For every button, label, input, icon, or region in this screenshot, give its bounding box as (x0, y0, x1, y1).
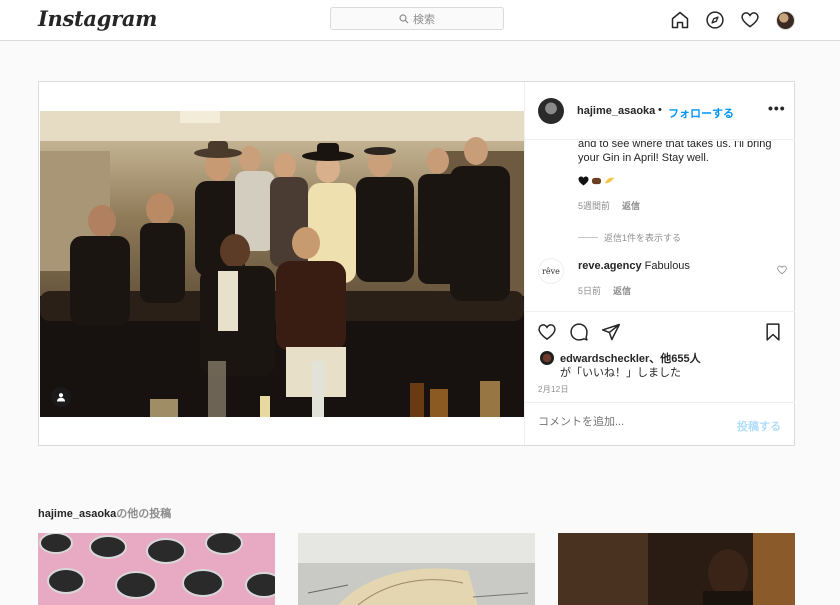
comment-time: 5週間前 (578, 201, 611, 211)
tagged-users-button[interactable] (51, 387, 71, 407)
follow-button[interactable]: フォローする (668, 105, 734, 121)
comments-list[interactable]: and to see where that takes us. I'll bri… (525, 141, 795, 311)
more-posts-suffix: の他の投稿 (116, 508, 172, 520)
search-placeholder: 検索 (413, 13, 435, 26)
reply-button[interactable]: 返信 (613, 286, 631, 296)
home-icon[interactable] (669, 9, 691, 31)
like-comment-heart-icon[interactable] (777, 265, 787, 275)
comment-meta: 5週間前 返信 (578, 199, 640, 212)
comment-input[interactable] (538, 416, 718, 428)
post-header: hajime_asaoka • フォローする ••• (525, 82, 795, 140)
post-photo-area (39, 82, 524, 445)
comment-row: reve.agency Fabulous (578, 259, 778, 273)
user-icon (57, 393, 65, 402)
post-sidebar: hajime_asaoka • フォローする ••• and to see wh… (524, 82, 795, 445)
buttons-photo-illustration (38, 533, 275, 605)
search-icon (399, 13, 409, 23)
comment-text: and to see where that takes us. I'll bri… (578, 141, 772, 164)
comment-username[interactable]: reve.agency (578, 260, 642, 272)
likes-suffix: が「いいね！」しました (560, 367, 681, 379)
post-photo[interactable] (40, 111, 524, 417)
more-posts-username[interactable]: hajime_asaoka (38, 508, 116, 520)
comment-bubble-icon[interactable] (569, 322, 591, 344)
brown-fist-icon (591, 177, 602, 185)
avatar[interactable] (538, 98, 564, 124)
add-comment-section: 投稿する (525, 402, 795, 445)
search-box[interactable]: 検索 (330, 7, 504, 30)
post-username[interactable]: hajime_asaoka (577, 105, 655, 117)
comment-time: 5日前 (578, 286, 602, 296)
post-comment-button[interactable]: 投稿する (737, 418, 781, 434)
reply-button[interactable]: 返信 (622, 201, 640, 211)
view-replies-label: 返信1件を表示する (604, 233, 682, 243)
view-replies-button[interactable]: 返信1件を表示する (578, 231, 681, 244)
divider (578, 237, 598, 238)
avatar[interactable] (540, 351, 554, 365)
save-bookmark-icon[interactable] (763, 322, 785, 344)
activity-heart-icon[interactable] (739, 9, 761, 31)
post-card: hajime_asaoka • フォローする ••• and to see wh… (38, 81, 795, 446)
more-options-icon[interactable]: ••• (768, 100, 786, 116)
more-posts-heading: hajime_asaokaの他の投稿 (38, 505, 171, 521)
like-heart-icon[interactable] (537, 322, 559, 344)
book-photo-illustration (298, 533, 535, 605)
post-actions: edwardscheckler、他655人 が「いいね！」しました 2月12日 (525, 311, 795, 401)
separator-dot: • (658, 104, 662, 116)
yellow-fist-icon (604, 177, 615, 184)
comment-emojis (578, 174, 778, 188)
more-post-thumbnail[interactable] (558, 533, 795, 605)
share-paper-plane-icon[interactable] (601, 322, 623, 344)
comment-text: Fabulous (644, 260, 690, 272)
avatar (775, 10, 795, 30)
black-heart-icon (578, 176, 589, 186)
explore-icon[interactable] (704, 9, 726, 31)
profile-avatar[interactable] (774, 9, 796, 31)
instagram-logo[interactable]: Instagram (38, 6, 157, 31)
more-post-thumbnail[interactable] (38, 533, 275, 605)
top-nav: Instagram 検索 (0, 0, 840, 41)
comment-meta: 5日前 返信 (578, 284, 631, 297)
post-date[interactable]: 2月12日 (538, 384, 569, 395)
group-photo-illustration (40, 111, 524, 417)
more-post-thumbnail[interactable] (298, 533, 535, 605)
portrait-photo-illustration (558, 533, 795, 605)
avatar[interactable]: rêve (538, 258, 564, 284)
